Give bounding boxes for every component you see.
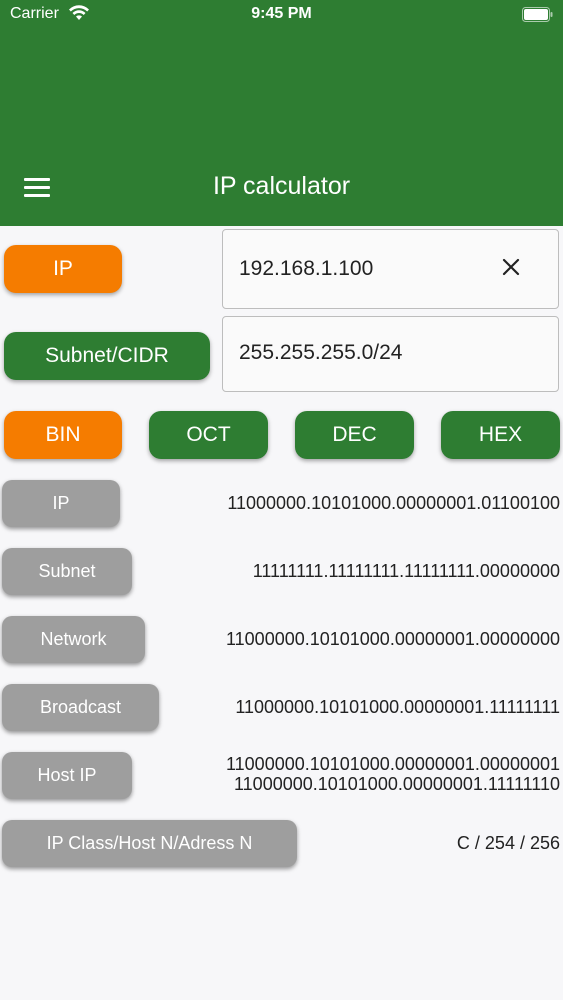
clear-icon[interactable] — [502, 258, 520, 276]
page-title: IP calculator — [212, 172, 351, 200]
status-bar: Carrier 9:45 PM — [0, 0, 563, 30]
status-time: 9:45 PM — [251, 5, 312, 22]
ip-button[interactable]: IP — [4, 245, 122, 293]
result-host-ip-last: 11000000.10101000.00000001.11111110 — [234, 774, 560, 794]
result-broadcast-value: 11000000.10101000.00000001.11111111 — [235, 697, 560, 717]
result-host-ip-button[interactable]: Host IP — [2, 752, 132, 799]
app-bar: Carrier 9:45 PM IP calculator — [0, 0, 563, 226]
subnet-input-value: 255.255.255.0/24 — [239, 341, 403, 364]
ip-input-value: 192.168.1.100 — [239, 257, 374, 280]
result-ip-button[interactable]: IP — [2, 480, 120, 527]
result-subnet-button[interactable]: Subnet — [2, 548, 132, 595]
result-network-value: 11000000.10101000.00000001.00000000 — [225, 629, 560, 649]
hex-button[interactable]: HEX — [441, 411, 560, 459]
bin-button[interactable]: BIN — [4, 411, 122, 459]
subnet-cidr-button[interactable]: Subnet/CIDR — [4, 332, 210, 380]
result-class-button[interactable]: IP Class/Host N/Adress N — [2, 820, 297, 867]
battery-icon — [522, 7, 553, 22]
result-broadcast-button[interactable]: Broadcast — [2, 684, 159, 731]
result-class-value: C / 254 / 256 — [456, 833, 560, 853]
result-ip-value: 11000000.10101000.00000001.01100100 — [227, 493, 560, 513]
oct-button[interactable]: OCT — [149, 411, 268, 459]
dec-button[interactable]: DEC — [295, 411, 414, 459]
result-network-button[interactable]: Network — [2, 616, 145, 663]
result-subnet-value: 11111111.11111111.11111111.00000000 — [252, 561, 560, 581]
subnet-input[interactable]: 255.255.255.0/24 — [222, 316, 559, 392]
result-host-ip-first: 11000000.10101000.00000001.00000001 — [225, 754, 560, 774]
